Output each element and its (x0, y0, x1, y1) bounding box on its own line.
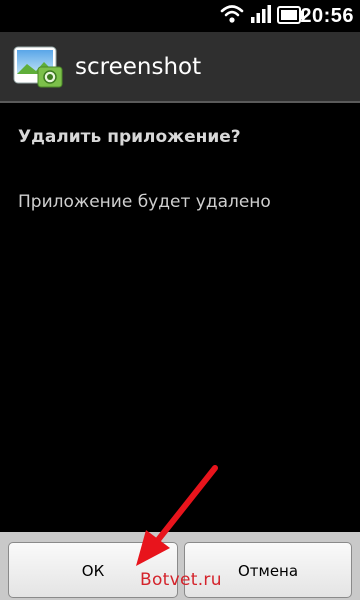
screen: 20:56 screenshot Удалить приложение? При… (0, 0, 360, 600)
image-gallery-icon (13, 46, 63, 88)
wifi-icon (220, 5, 244, 23)
status-clock: 20:56 (300, 5, 354, 27)
dialog-heading: Удалить приложение? (18, 127, 241, 147)
signal-icon (251, 5, 271, 23)
app-header: screenshot (0, 32, 360, 102)
app-title: screenshot (75, 54, 202, 80)
watermark: Botvet.ru (140, 570, 222, 590)
header-divider (0, 101, 360, 103)
status-bar: 20:56 (0, 0, 360, 32)
dialog-message: Приложение будет удалено (18, 192, 271, 212)
